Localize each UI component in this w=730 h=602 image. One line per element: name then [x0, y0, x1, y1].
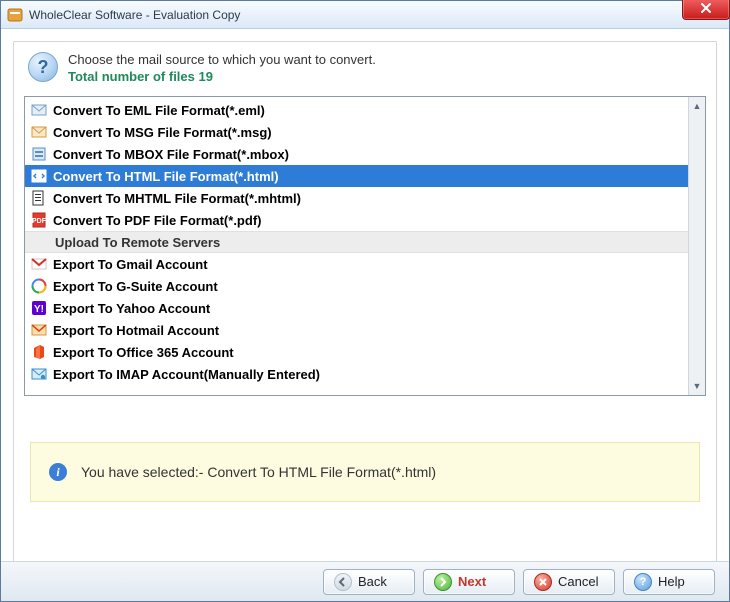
svg-text:Y!: Y!: [34, 304, 44, 315]
o365-icon: [31, 344, 47, 360]
help-badge-icon: ?: [28, 52, 58, 82]
back-arrow-icon: [334, 573, 352, 591]
scroll-down-button[interactable]: ▼: [691, 379, 703, 393]
app-icon: [7, 7, 23, 23]
imap-icon: [31, 366, 47, 382]
cancel-button[interactable]: Cancel: [523, 569, 615, 595]
remote-option[interactable]: Export To G-Suite Account: [25, 275, 688, 297]
remote-option[interactable]: Export To Gmail Account: [25, 253, 688, 275]
format-option[interactable]: Convert To HTML File Format(*.html): [25, 165, 688, 187]
svg-text:PDF: PDF: [32, 218, 47, 225]
remote-option[interactable]: Export To Hotmail Account: [25, 319, 688, 341]
format-list-inner: Convert To EML File Format(*.eml) Convert…: [25, 97, 688, 395]
instruction-text: Choose the mail source to which you want…: [68, 52, 376, 67]
mbox-icon: [31, 146, 47, 162]
remote-option[interactable]: Export To Office 365 Account: [25, 341, 688, 363]
remote-option-label: Export To Office 365 Account: [53, 345, 234, 360]
window-body: ? Choose the mail source to which you wa…: [1, 29, 729, 601]
cancel-icon: [534, 573, 552, 591]
format-option-label: Convert To HTML File Format(*.html): [53, 169, 279, 184]
format-option-label: Convert To MHTML File Format(*.mhtml): [53, 191, 301, 206]
format-list: Convert To EML File Format(*.eml) Convert…: [24, 96, 706, 396]
format-option[interactable]: Convert To MSG File Format(*.msg): [25, 121, 688, 143]
help-icon: ?: [634, 573, 652, 591]
remote-option-label: Export To Yahoo Account: [53, 301, 210, 316]
next-label: Next: [458, 574, 486, 589]
next-arrow-icon: [434, 573, 452, 591]
close-button[interactable]: [682, 0, 730, 20]
file-count-text: Total number of files 19: [68, 69, 376, 84]
hotmail-icon: [31, 322, 47, 338]
format-option-label: Convert To EML File Format(*.eml): [53, 103, 265, 118]
header: ? Choose the mail source to which you wa…: [24, 52, 706, 94]
back-label: Back: [358, 574, 387, 589]
gsuite-icon: [31, 278, 47, 294]
help-button[interactable]: ? Help: [623, 569, 715, 595]
format-option[interactable]: Convert To MHTML File Format(*.mhtml): [25, 187, 688, 209]
format-option[interactable]: Convert To EML File Format(*.eml): [25, 99, 688, 121]
titlebar: WholeClear Software - Evaluation Copy: [1, 1, 729, 29]
header-text: Choose the mail source to which you want…: [68, 52, 376, 84]
format-option-label: Convert To MBOX File Format(*.mbox): [53, 147, 289, 162]
info-icon: i: [49, 463, 67, 481]
format-option[interactable]: PDF Convert To PDF File Format(*.pdf): [25, 209, 688, 231]
eml-icon: [31, 102, 47, 118]
content-panel: ? Choose the mail source to which you wa…: [13, 41, 717, 589]
remote-option-label: Export To Gmail Account: [53, 257, 208, 272]
msg-icon: [31, 124, 47, 140]
scroll-up-button[interactable]: ▲: [691, 99, 703, 113]
footer: Back Next Cancel ? Help: [1, 561, 729, 601]
cancel-label: Cancel: [558, 574, 598, 589]
selection-notice-text: You have selected:- Convert To HTML File…: [81, 464, 436, 480]
remote-section-label: Upload To Remote Servers: [55, 235, 220, 250]
remote-option[interactable]: Export To IMAP Account(Manually Entered): [25, 363, 688, 385]
gmail-icon: [31, 256, 47, 272]
format-option-label: Convert To PDF File Format(*.pdf): [53, 213, 261, 228]
next-button[interactable]: Next: [423, 569, 515, 595]
format-option[interactable]: Convert To MBOX File Format(*.mbox): [25, 143, 688, 165]
remote-option-label: Export To G-Suite Account: [53, 279, 218, 294]
back-button[interactable]: Back: [323, 569, 415, 595]
remote-option[interactable]: Y! Export To Yahoo Account: [25, 297, 688, 319]
format-option-label: Convert To MSG File Format(*.msg): [53, 125, 272, 140]
selection-notice: i You have selected:- Convert To HTML Fi…: [30, 442, 700, 502]
window-title: WholeClear Software - Evaluation Copy: [29, 8, 240, 22]
mhtml-icon: [31, 190, 47, 206]
close-icon: [699, 2, 713, 14]
pdf-icon: PDF: [31, 212, 47, 228]
yahoo-icon: Y!: [31, 300, 47, 316]
remote-option-label: Export To IMAP Account(Manually Entered): [53, 367, 320, 382]
help-label: Help: [658, 574, 685, 589]
scrollbar[interactable]: ▲ ▼: [688, 97, 705, 395]
remote-section-header: Upload To Remote Servers: [25, 231, 688, 253]
html-icon: [31, 168, 47, 184]
remote-option-label: Export To Hotmail Account: [53, 323, 219, 338]
app-window: WholeClear Software - Evaluation Copy ? …: [0, 0, 730, 602]
